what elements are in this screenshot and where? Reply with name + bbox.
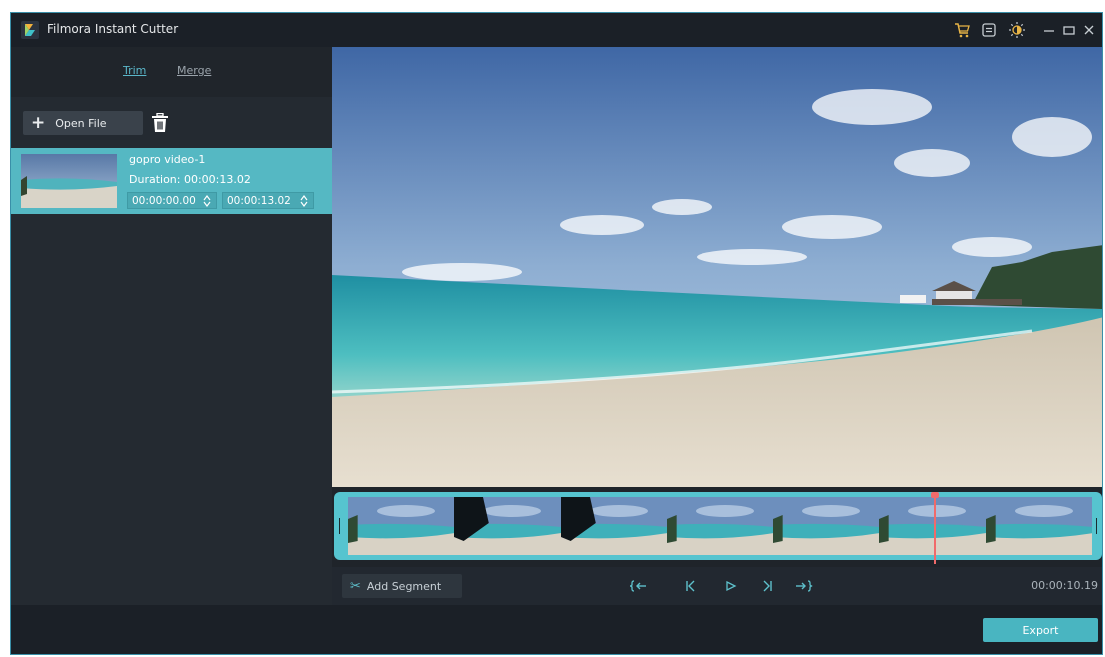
start-time-field[interactable]: 00:00:00.00 <box>127 192 217 209</box>
open-file-button[interactable]: + Open File <box>23 111 143 135</box>
start-time-spinner-icon[interactable] <box>202 194 212 208</box>
add-segment-label: Add Segment <box>366 579 442 593</box>
trim-handle-left[interactable] <box>339 518 340 534</box>
filmstrip-frame <box>773 497 881 555</box>
filmstrip[interactable] <box>334 492 1102 564</box>
cart-icon[interactable] <box>952 20 972 40</box>
filmstrip-frame <box>454 497 562 555</box>
open-file-label: Open File <box>55 116 107 130</box>
tab-bar: Trim Merge <box>11 47 332 97</box>
app-title: Filmora Instant Cutter <box>47 22 179 36</box>
mark-in-icon[interactable] <box>629 576 649 596</box>
filmstrip-frame <box>666 497 775 555</box>
trash-icon[interactable] <box>151 113 169 133</box>
filmora-logo-icon <box>21 21 39 39</box>
next-frame-icon[interactable] <box>757 576 777 596</box>
end-time-value: 00:00:13.02 <box>227 194 291 207</box>
timeline <box>332 487 1102 567</box>
export-button[interactable]: Export <box>983 618 1098 642</box>
app-window: Filmora Instant Cutter Trim Merge + Open… <box>10 12 1103 655</box>
current-timecode: 00:00:10.19 <box>1031 579 1098 592</box>
frames <box>348 497 1092 555</box>
mark-out-icon[interactable] <box>794 576 814 596</box>
minimize-icon[interactable] <box>1039 20 1059 40</box>
footer-bar: Export <box>11 605 1102 654</box>
left-panel: Trim Merge + Open File gopro video-1 Dur… <box>11 47 332 605</box>
end-time-field[interactable]: 00:00:13.02 <box>222 192 314 209</box>
tab-merge[interactable]: Merge <box>177 64 211 77</box>
play-icon[interactable] <box>721 576 741 596</box>
close-icon[interactable] <box>1079 20 1099 40</box>
brightness-icon[interactable] <box>1007 20 1027 40</box>
filmstrip-frame <box>560 497 668 555</box>
file-duration: Duration: 00:00:13.02 <box>129 173 251 186</box>
file-list-item[interactable]: gopro video-1 Duration: 00:00:13.02 00:0… <box>11 148 332 214</box>
tab-trim[interactable]: Trim <box>123 64 146 77</box>
video-preview <box>332 47 1102 487</box>
playhead[interactable] <box>933 492 936 564</box>
playback-controls: ✂ Add Segment 00:00:10.19 <box>332 567 1102 605</box>
register-icon[interactable] <box>979 20 999 40</box>
end-time-spinner-icon[interactable] <box>299 194 309 208</box>
filmstrip-frame <box>348 497 456 555</box>
video-thumbnail <box>21 154 117 208</box>
filmstrip-frame <box>985 497 1092 555</box>
start-time-value: 00:00:00.00 <box>132 194 196 207</box>
maximize-icon[interactable] <box>1059 20 1079 40</box>
plus-icon: + <box>31 112 46 133</box>
title-bar: Filmora Instant Cutter <box>11 13 1102 47</box>
file-name: gopro video-1 <box>129 153 206 166</box>
previous-frame-icon[interactable] <box>681 576 701 596</box>
scissors-icon: ✂ <box>350 578 361 594</box>
trim-handle-right[interactable] <box>1096 518 1097 534</box>
add-segment-button[interactable]: ✂ Add Segment <box>342 574 462 598</box>
